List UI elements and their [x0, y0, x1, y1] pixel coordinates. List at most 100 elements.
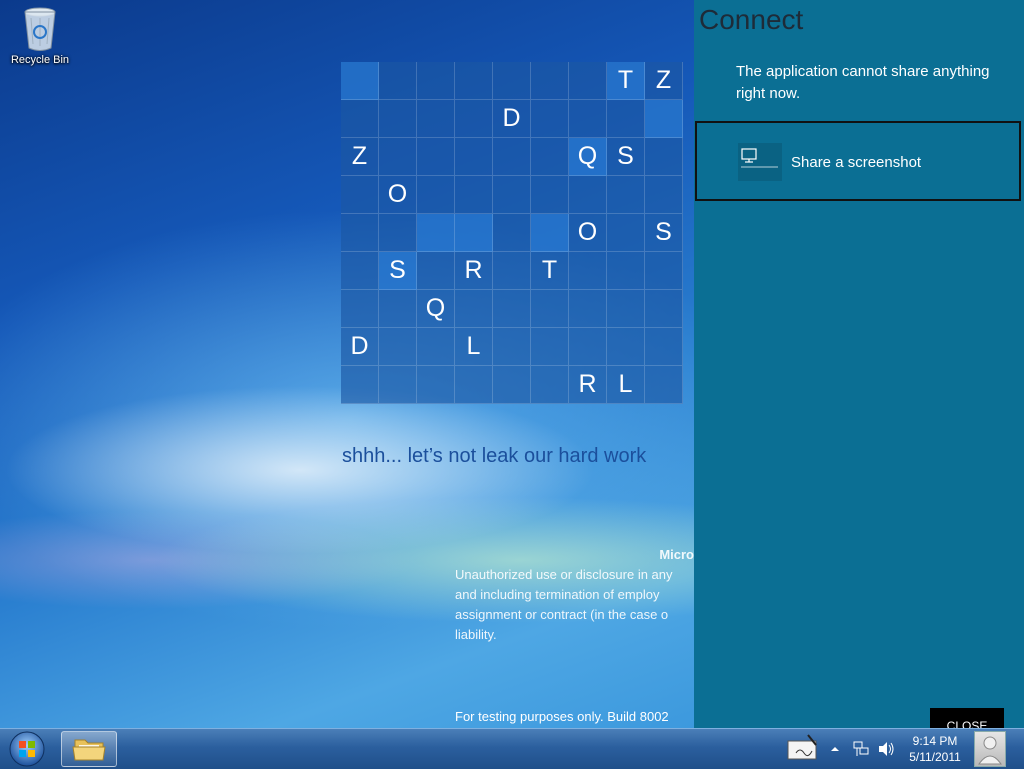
letter-grid: TZDZQSOOSSRTQDLRL	[341, 62, 683, 404]
grid-empty-cell	[531, 328, 569, 366]
grid-letter-cell: Z	[341, 138, 379, 176]
grid-empty-cell	[531, 290, 569, 328]
user-avatar[interactable]	[974, 731, 1006, 767]
grid-empty-cell	[607, 328, 645, 366]
grid-empty-cell	[569, 100, 607, 138]
grid-empty-cell	[417, 176, 455, 214]
grid-empty-cell	[645, 252, 683, 290]
grid-empty-cell	[645, 138, 683, 176]
grid-empty-cell	[379, 100, 417, 138]
grid-empty-cell	[493, 176, 531, 214]
recycle-bin[interactable]: Recycle Bin	[8, 6, 72, 66]
network-icon[interactable]	[852, 739, 870, 763]
start-button[interactable]	[6, 729, 48, 769]
share-screenshot-button[interactable]: Share a screenshot	[695, 121, 1021, 201]
grid-empty-cell	[493, 252, 531, 290]
taskbar-explorer-button[interactable]	[61, 731, 117, 767]
grid-empty-cell	[645, 328, 683, 366]
user-icon	[978, 736, 1002, 765]
grid-letter-cell: O	[569, 214, 607, 252]
screenshot-tile	[738, 143, 782, 181]
grid-letter-cell: S	[645, 214, 683, 252]
tablet-input-icon[interactable]	[786, 733, 820, 767]
grid-empty-cell	[493, 366, 531, 404]
grid-empty-cell	[417, 214, 455, 252]
grid-empty-cell	[531, 62, 569, 100]
grid-empty-cell	[493, 214, 531, 252]
grid-empty-cell	[417, 62, 455, 100]
grid-empty-cell	[531, 138, 569, 176]
grid-empty-cell	[379, 214, 417, 252]
grid-empty-cell	[531, 176, 569, 214]
grid-empty-cell	[607, 100, 645, 138]
windows-orb-icon	[9, 731, 45, 767]
grid-empty-cell	[417, 138, 455, 176]
desktop: Recycle Bin TZDZQSOOSSRTQDLRL shhh... le…	[0, 0, 1024, 728]
grid-letter-cell: Z	[645, 62, 683, 100]
grid-letter-cell: L	[455, 328, 493, 366]
legal-heading: Micro	[659, 547, 694, 562]
grid-empty-cell	[341, 62, 379, 100]
show-hidden-icons-icon[interactable]	[828, 741, 842, 760]
monitor-icon	[741, 148, 778, 168]
grid-empty-cell	[493, 62, 531, 100]
legal-notice: Micro Unauthorized use or disclosure in …	[455, 545, 694, 645]
grid-empty-cell	[417, 366, 455, 404]
taskbar: 9:14 PM 5/11/2011	[0, 728, 1024, 769]
grid-empty-cell	[531, 100, 569, 138]
grid-empty-cell	[379, 138, 417, 176]
grid-empty-cell	[417, 100, 455, 138]
grid-empty-cell	[341, 366, 379, 404]
grid-empty-cell	[607, 214, 645, 252]
grid-empty-cell	[379, 328, 417, 366]
grid-empty-cell	[379, 290, 417, 328]
grid-empty-cell	[569, 252, 607, 290]
grid-letter-cell: D	[341, 328, 379, 366]
grid-letter-cell: S	[607, 138, 645, 176]
grid-letter-cell: S	[379, 252, 417, 290]
grid-empty-cell	[531, 366, 569, 404]
close-button[interactable]: CLOSE	[930, 708, 1004, 728]
grid-empty-cell	[607, 290, 645, 328]
clock-date: 5/11/2011	[909, 750, 961, 764]
grid-empty-cell	[493, 290, 531, 328]
grid-letter-cell: Q	[569, 138, 607, 176]
pane-message: The application cannot share anything ri…	[736, 63, 990, 102]
grid-letter-cell: L	[607, 366, 645, 404]
grid-empty-cell	[645, 100, 683, 138]
folder-icon	[72, 739, 106, 761]
system-clock[interactable]: 9:14 PM 5/11/2011	[900, 733, 970, 765]
build-watermark: For testing purposes only. Build 8002	[455, 709, 669, 724]
recycle-bin-icon	[24, 7, 56, 51]
grid-letter-cell: Q	[417, 290, 455, 328]
grid-letter-cell: R	[569, 366, 607, 404]
clock-time: 9:14 PM	[912, 734, 958, 748]
grid-empty-cell	[569, 176, 607, 214]
grid-letter-cell: T	[607, 62, 645, 100]
grid-empty-cell	[417, 328, 455, 366]
tagline: shhh... let’s not leak our hard work	[342, 445, 647, 467]
grid-empty-cell	[645, 176, 683, 214]
grid-empty-cell	[607, 176, 645, 214]
grid-empty-cell	[455, 366, 493, 404]
grid-empty-cell	[379, 62, 417, 100]
grid-empty-cell	[455, 176, 493, 214]
grid-empty-cell	[455, 62, 493, 100]
volume-icon[interactable]	[876, 739, 896, 763]
grid-empty-cell	[493, 138, 531, 176]
grid-empty-cell	[417, 252, 455, 290]
grid-letter-cell: T	[531, 252, 569, 290]
grid-empty-cell	[607, 252, 645, 290]
grid-empty-cell	[645, 366, 683, 404]
grid-empty-cell	[645, 290, 683, 328]
grid-empty-cell	[569, 290, 607, 328]
grid-empty-cell	[341, 214, 379, 252]
share-screenshot-label: Share a screenshot	[791, 154, 922, 171]
grid-empty-cell	[455, 100, 493, 138]
grid-letter-cell: R	[455, 252, 493, 290]
grid-empty-cell	[341, 176, 379, 214]
grid-empty-cell	[569, 328, 607, 366]
grid-empty-cell	[455, 138, 493, 176]
grid-empty-cell	[531, 214, 569, 252]
grid-empty-cell	[569, 62, 607, 100]
